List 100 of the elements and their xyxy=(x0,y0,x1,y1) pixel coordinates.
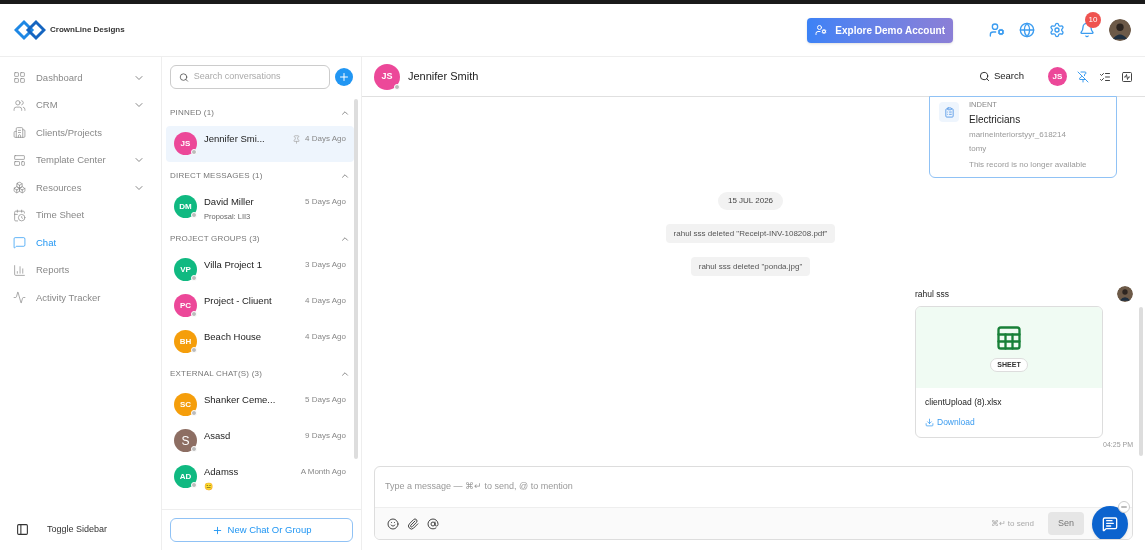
conversation-time: 4 Days Ago xyxy=(305,331,346,344)
message-composer[interactable]: Type a message — ⌘↵ to send, @ to mention ⌘↵ to send Sen xyxy=(374,466,1133,540)
conversation-time: 5 Days Ago xyxy=(305,196,346,209)
add-button[interactable] xyxy=(335,68,353,86)
conversation-time: 5 Days Ago xyxy=(305,394,346,407)
menu-icon xyxy=(13,98,26,112)
menu-icon xyxy=(13,126,26,140)
checklist-icon[interactable] xyxy=(1099,70,1111,83)
record-reference: marineinteriorstyyr_618214 xyxy=(969,129,1067,142)
conversation-item[interactable]: PC Project - Cliuent 4 Days Ago xyxy=(166,288,354,324)
conversation-name: Beach House xyxy=(204,330,262,344)
collapse-icon xyxy=(340,108,350,118)
record-note: This record is no longer available xyxy=(969,159,1087,172)
avatar: SC xyxy=(174,393,197,416)
emoji-icon[interactable] xyxy=(387,517,399,530)
sidebar-item[interactable]: Resources xyxy=(0,174,161,202)
conversation-time: A Month Ago xyxy=(300,466,346,479)
date-chip: 15 JUL 2026 xyxy=(717,192,784,211)
conversation-time: 9 Days Ago xyxy=(305,430,346,443)
brand-name: CrownLine Designs xyxy=(50,24,125,36)
clipboard-icon xyxy=(943,106,955,118)
sender-name: rahul sss xyxy=(915,287,949,301)
menu-icon xyxy=(13,291,26,305)
conversation-item[interactable]: VP Villa Project 1 3 Days Ago xyxy=(166,252,354,288)
conversation-item[interactable]: S Asasd 9 Days Ago xyxy=(166,423,354,459)
menu-icon xyxy=(13,153,26,167)
contact-name: Jennifer Smith xyxy=(408,69,479,85)
avatar-icon[interactable] xyxy=(1117,286,1133,303)
conversation-name: Adamss xyxy=(204,465,239,479)
system-message: rahul sss deleted "Receipt-INV-108208.pdf" xyxy=(665,224,836,244)
conversation-name: Villa Project 1 xyxy=(204,258,262,272)
avatar: DM xyxy=(174,195,197,218)
collapse-icon xyxy=(340,369,350,379)
avatar-icon[interactable] xyxy=(1109,19,1131,41)
sidebar-item[interactable]: Chat xyxy=(0,229,161,257)
conversation-time: 4 Days Ago xyxy=(305,295,346,308)
unpin-icon[interactable] xyxy=(1077,70,1089,83)
conversation-time: 4 Days Ago xyxy=(305,133,346,146)
search-icon xyxy=(179,71,189,83)
panel-icon xyxy=(16,522,29,536)
conversation-name: Project - Cliuent xyxy=(204,294,272,308)
chat-bubble-icon xyxy=(1102,515,1118,532)
demo-account-button[interactable]: Explore Demo Account xyxy=(807,17,953,43)
new-chat-button[interactable]: New Chat Or Group xyxy=(170,518,353,542)
globe-icon[interactable] xyxy=(1019,22,1035,38)
menu-icon xyxy=(13,236,26,250)
sidebar-item[interactable]: Activity Tracker xyxy=(0,284,161,312)
section-header[interactable]: PROJECT GROUPS (3) xyxy=(166,226,354,252)
sidebar-item[interactable]: CRM xyxy=(0,91,161,119)
minimize-button[interactable] xyxy=(1118,500,1130,513)
menu-icon xyxy=(13,71,26,85)
conversation-name: Asasd xyxy=(204,429,231,443)
conversation-name: David Miller xyxy=(204,195,254,209)
sidebar-item[interactable]: Dashboard xyxy=(0,64,161,92)
file-name: clientUpload (8).xlsx xyxy=(925,396,1003,409)
toggle-sidebar-button[interactable]: Toggle Sidebar xyxy=(0,522,161,536)
conversation-name: Jennifer Smi... xyxy=(204,132,265,146)
notification-badge: 10 xyxy=(1085,12,1101,28)
collapse-icon xyxy=(340,171,350,181)
avatar: PC xyxy=(174,294,197,317)
search-input[interactable]: Search conversations xyxy=(193,70,321,84)
section-header[interactable]: EXTERNAL CHAT(S) (3) xyxy=(166,361,354,387)
sidebar-item[interactable]: Reports xyxy=(0,256,161,284)
menu-icon xyxy=(13,181,26,195)
spreadsheet-icon xyxy=(995,323,1023,352)
download-icon xyxy=(925,417,934,427)
participant-avatar[interactable]: JS xyxy=(1048,67,1067,86)
menu-icon xyxy=(13,208,26,222)
search-icon xyxy=(978,71,990,82)
mention-icon[interactable] xyxy=(427,517,439,530)
section-header[interactable]: DIRECT MESSAGES (1) xyxy=(166,163,354,189)
sidebar-item[interactable]: Template Center xyxy=(0,146,161,174)
attachment-icon[interactable] xyxy=(407,517,419,530)
avatar: JS xyxy=(174,132,197,155)
settings-icon[interactable] xyxy=(1049,22,1065,38)
send-button[interactable]: Sen xyxy=(1048,512,1084,535)
collapse-icon xyxy=(340,234,350,244)
system-message: rahul sss deleted "ponda.jpg" xyxy=(690,257,811,277)
send-hint: ⌘↵ to send xyxy=(990,517,1034,530)
conversation-item[interactable]: BH Beach House 4 Days Ago xyxy=(166,324,354,360)
record-title: Electricians xyxy=(969,113,1022,128)
logo-icon xyxy=(14,18,46,42)
sidebar-item[interactable]: Clients/Projects xyxy=(0,119,161,147)
bell-icon[interactable] xyxy=(1079,22,1095,38)
user-icon xyxy=(815,24,828,36)
section-header[interactable]: PINNED (1) xyxy=(166,100,354,126)
user-settings-icon[interactable] xyxy=(989,22,1005,38)
avatar: BH xyxy=(174,330,197,353)
conversation-item[interactable]: SC Shanker Ceme... 5 Days Ago xyxy=(166,387,354,423)
conversation-item[interactable]: JS Jennifer Smi... 4 Days Ago xyxy=(166,126,354,162)
avatar: S xyxy=(174,429,197,452)
menu-icon xyxy=(13,263,26,277)
message-input[interactable]: Type a message — ⌘↵ to send, @ to mention xyxy=(375,467,1132,507)
activity-icon[interactable] xyxy=(1121,70,1133,83)
download-link[interactable]: Download xyxy=(925,416,1093,429)
contact-avatar: JS xyxy=(374,63,400,90)
sidebar-item[interactable]: Time Sheet xyxy=(0,201,161,229)
search-button[interactable]: Search xyxy=(978,69,1024,84)
chat-widget-button[interactable] xyxy=(1092,505,1128,539)
search-field[interactable]: Search conversations xyxy=(170,65,330,89)
